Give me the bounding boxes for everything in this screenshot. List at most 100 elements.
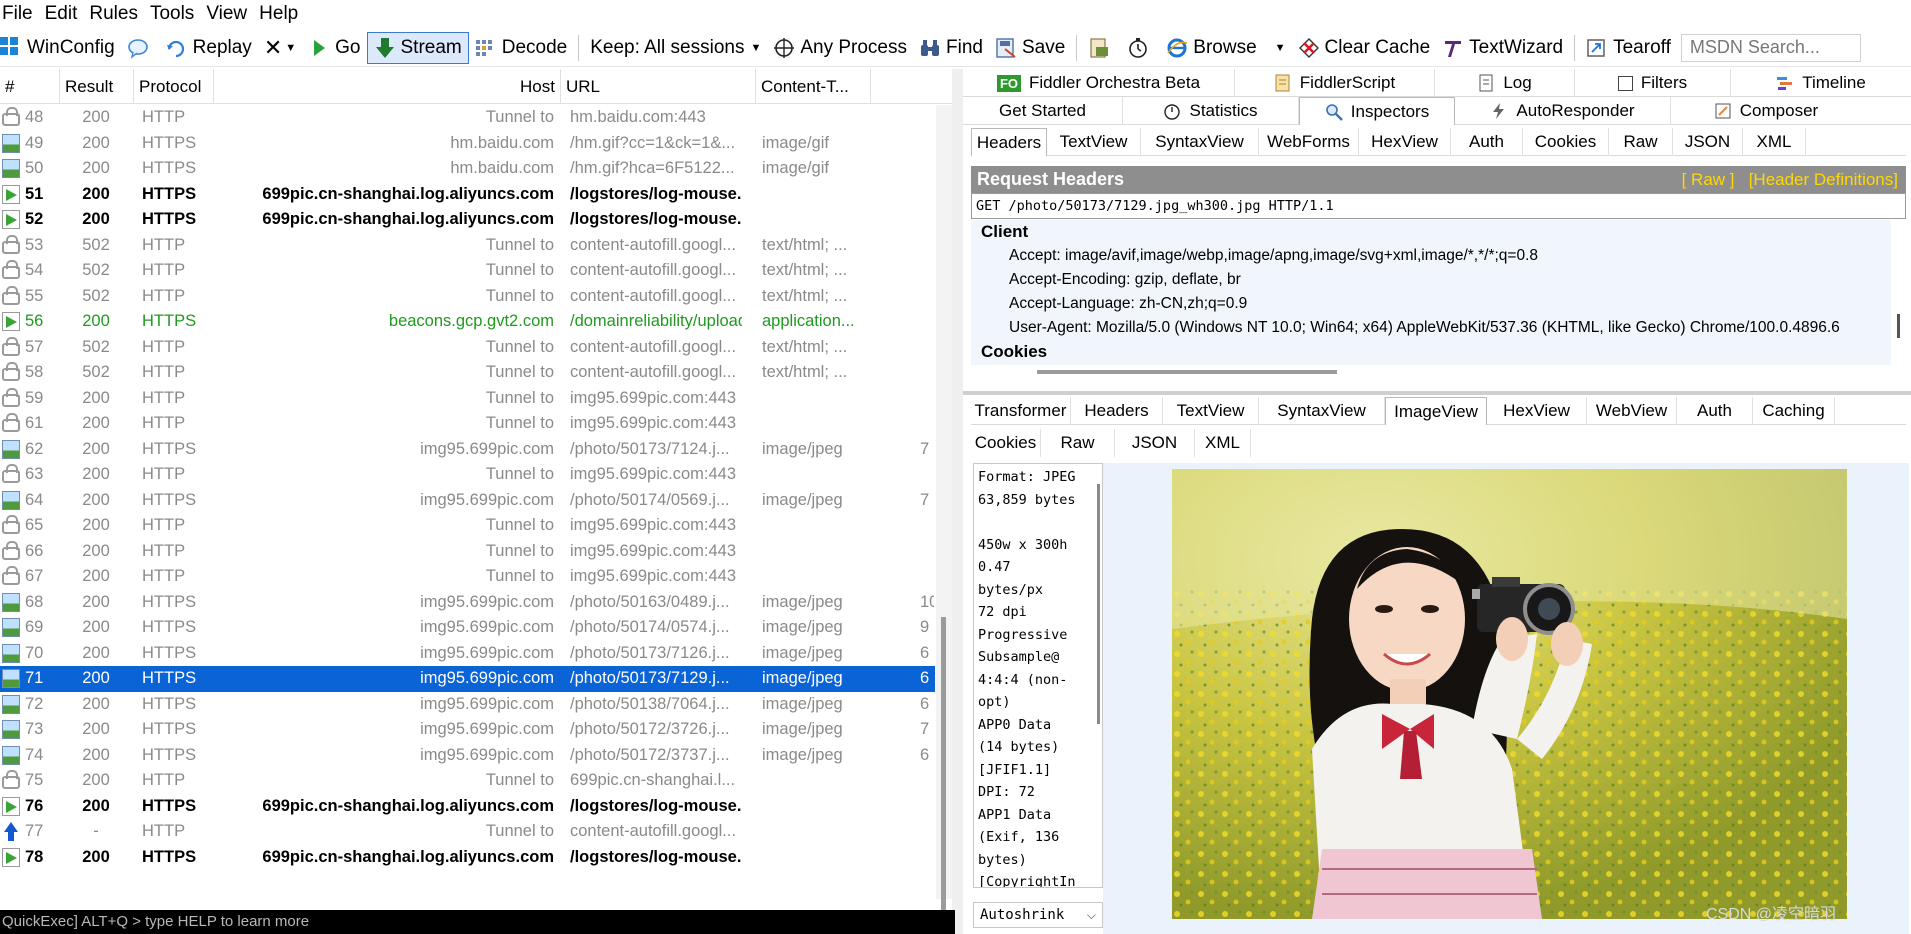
scrollbar-thumb[interactable] [1037,370,1337,374]
table-row[interactable]: 76 200 HTTPS 699pic.cn-shanghai.log.aliyunc… [0,794,935,820]
tab-inspectors[interactable]: Inspectors [1299,97,1455,125]
table-row[interactable]: 74 200 HTTPS img95.699pic.com/photo/50172/3… [0,743,935,769]
response-tab-headers[interactable]: Headers [1071,397,1163,425]
remove-button[interactable]: ✕ ▼ [258,32,302,64]
response-tab-xml[interactable]: XML [1195,429,1251,457]
tab-filters[interactable]: Filters [1575,69,1731,97]
table-row[interactable]: 68 200 HTTPS img95.699pic.com/photo/50163/0… [0,590,935,616]
raw-link[interactable]: [ Raw ] [1682,170,1735,189]
table-row[interactable]: 67 200 HTTP Tunnel to img95.699pic.com:443 [0,564,935,590]
save-button[interactable]: Save [989,32,1071,64]
table-row[interactable]: 57 502 HTTP Tunnel to content-autofill.googl… [0,335,935,361]
image-info-scrollbar[interactable] [1097,484,1100,724]
tearoff-button[interactable]: Tearoff [1580,32,1677,64]
go-button[interactable]: Go [302,32,366,64]
clear-cache-button[interactable]: Clear Cache [1292,32,1437,64]
table-row[interactable]: 56 200 HTTPS beacons.gcp.gvt2.com/domainrel… [0,309,935,335]
headers-vertical-scrollbar[interactable] [1891,220,1906,365]
column-header-url[interactable]: URL [561,69,756,104]
response-tab-webview[interactable]: WebView [1587,397,1677,425]
any-process-button[interactable]: Any Process [767,32,913,64]
msdn-search-input[interactable]: MSDN Search... [1680,33,1861,62]
sessions-vertical-scrollbar[interactable] [936,105,952,921]
tab-composer[interactable]: Composer [1671,97,1861,125]
find-button[interactable]: Find [913,32,989,64]
response-tab-raw[interactable]: Raw [1041,429,1115,457]
menu-help[interactable]: Help [256,0,307,28]
winconfig-button[interactable]: WinConfig [0,32,121,64]
column-header-protocol[interactable]: Protocol [134,69,214,104]
request-tab-hexview[interactable]: HexView [1359,128,1451,156]
header-definitions-link[interactable]: [Header Definitions] [1749,170,1898,189]
column-header-content-type[interactable]: Content-T... [756,69,871,104]
tab-autoresponder[interactable]: AutoResponder [1455,97,1671,125]
table-row[interactable]: 69 200 HTTPS img95.699pic.com/photo/50174/0… [0,615,935,641]
timer-button[interactable] [1121,32,1160,64]
menu-rules[interactable]: Rules [86,0,147,28]
autoshrink-select[interactable]: Autoshrink ⌵ [973,902,1103,928]
menu-view[interactable]: View [203,0,256,28]
table-row[interactable]: 62 200 HTTPS img95.699pic.com/photo/50173/7… [0,437,935,463]
request-tab-json[interactable]: JSON [1673,128,1743,156]
pane-splitter[interactable] [952,69,963,934]
table-row[interactable]: 54 502 HTTP Tunnel to content-autofill.googl… [0,258,935,284]
table-row[interactable]: 70 200 HTTPS img95.699pic.com/photo/50173/7… [0,641,935,667]
request-response-splitter[interactable] [963,391,1911,395]
column-header-result[interactable]: Result [60,69,134,104]
request-tab-webforms[interactable]: WebForms [1259,128,1359,156]
table-row-selected[interactable]: 71 200 HTTPS img95.699pic.com/photo/50173/7… [0,666,935,692]
tab-get-started[interactable]: Get Started [963,97,1123,125]
request-tab-xml[interactable]: XML [1743,128,1806,156]
quickexec-input[interactable]: QuickExec] ALT+Q > type HELP to learn mo… [0,910,955,934]
tab-statistics[interactable]: Statistics [1123,97,1299,125]
table-row[interactable]: 75 200 HTTP Tunnel to 699pic.cn-shanghai.l..… [0,768,935,794]
response-tab-textview[interactable]: TextView [1163,397,1259,425]
response-tab-cookies[interactable]: Cookies [971,429,1041,457]
request-tab-auth[interactable]: Auth [1451,128,1523,156]
table-row[interactable]: 72 200 HTTPS img95.699pic.com/photo/50138/7… [0,692,935,718]
column-header-host[interactable]: Host [214,69,561,104]
table-row[interactable]: 61 200 HTTP Tunnel to img95.699pic.com:443 [0,411,935,437]
response-tab-transformer[interactable]: Transformer [971,397,1071,425]
table-row[interactable]: 58 502 HTTP Tunnel to content-autofill.googl… [0,360,935,386]
table-row[interactable]: 50 200 HTTPS hm.baidu.com/hm.gif?hca=6F5122… [0,156,935,182]
table-row[interactable]: 63 200 HTTP Tunnel to img95.699pic.com:443 [0,462,935,488]
table-row[interactable]: 65 200 HTTP Tunnel to img95.699pic.com:443 [0,513,935,539]
table-row[interactable]: 48 200 HTTP Tunnel to hm.baidu.com:443 [0,105,935,131]
request-tab-raw[interactable]: Raw [1609,128,1673,156]
tab-log[interactable]: Log [1435,69,1575,97]
scrollbar-thumb[interactable] [941,617,946,921]
headers-horizontal-scrollbar[interactable] [971,365,1906,379]
replay-button[interactable]: Replay [160,32,258,64]
table-row[interactable]: 66 200 HTTP Tunnel to img95.699pic.com:443 [0,539,935,565]
response-tab-caching[interactable]: Caching [1753,397,1835,425]
keep-sessions-dropdown[interactable]: Keep: All sessions ▼ [584,32,767,64]
column-header-number[interactable]: # [0,69,60,104]
table-row[interactable]: 73 200 HTTPS img95.699pic.com/photo/50172/3… [0,717,935,743]
request-tab-cookies[interactable]: Cookies [1523,128,1609,156]
stream-button[interactable]: Stream [366,31,469,64]
browse-button[interactable]: Browse ▼ [1160,32,1291,64]
textwizard-button[interactable]: TextWizard [1436,32,1569,64]
menu-edit[interactable]: Edit [42,0,87,28]
table-row[interactable]: 59 200 HTTP Tunnel to img95.699pic.com:443 [0,386,935,412]
table-row[interactable]: 52 200 HTTPS 699pic.cn-shanghai.log.aliyunc… [0,207,935,233]
request-tab-syntaxview[interactable]: SyntaxView [1141,128,1259,156]
tab-fiddler-orchestra[interactable]: FO Fiddler Orchestra Beta [963,69,1235,97]
response-tab-json[interactable]: JSON [1115,429,1195,457]
table-row[interactable]: 55 502 HTTP Tunnel to content-autofill.googl… [0,284,935,310]
comment-button[interactable] [121,32,160,64]
response-tab-hexview[interactable]: HexView [1487,397,1587,425]
menu-file[interactable]: File [0,0,42,28]
table-row[interactable]: 77 - HTTP Tunnel to content-autofill.googl..… [0,819,935,845]
decode-button[interactable]: Decode [469,32,574,64]
table-row[interactable]: 78 200 HTTPS 699pic.cn-shanghai.log.aliyunc… [0,845,935,871]
menu-tools[interactable]: Tools [147,0,203,28]
table-row[interactable]: 49 200 HTTPS hm.baidu.com/hm.gif?cc=1&ck=1&… [0,131,935,157]
tab-fiddlerscript[interactable]: FiddlerScript [1235,69,1435,97]
scrollbar-thumb[interactable] [1897,314,1900,338]
request-tab-headers[interactable]: Headers [971,128,1047,156]
header-group-cookies[interactable]: Cookies [971,340,1891,364]
response-tab-syntaxview[interactable]: SyntaxView [1259,397,1385,425]
response-tab-imageview[interactable]: ImageView [1385,397,1487,425]
